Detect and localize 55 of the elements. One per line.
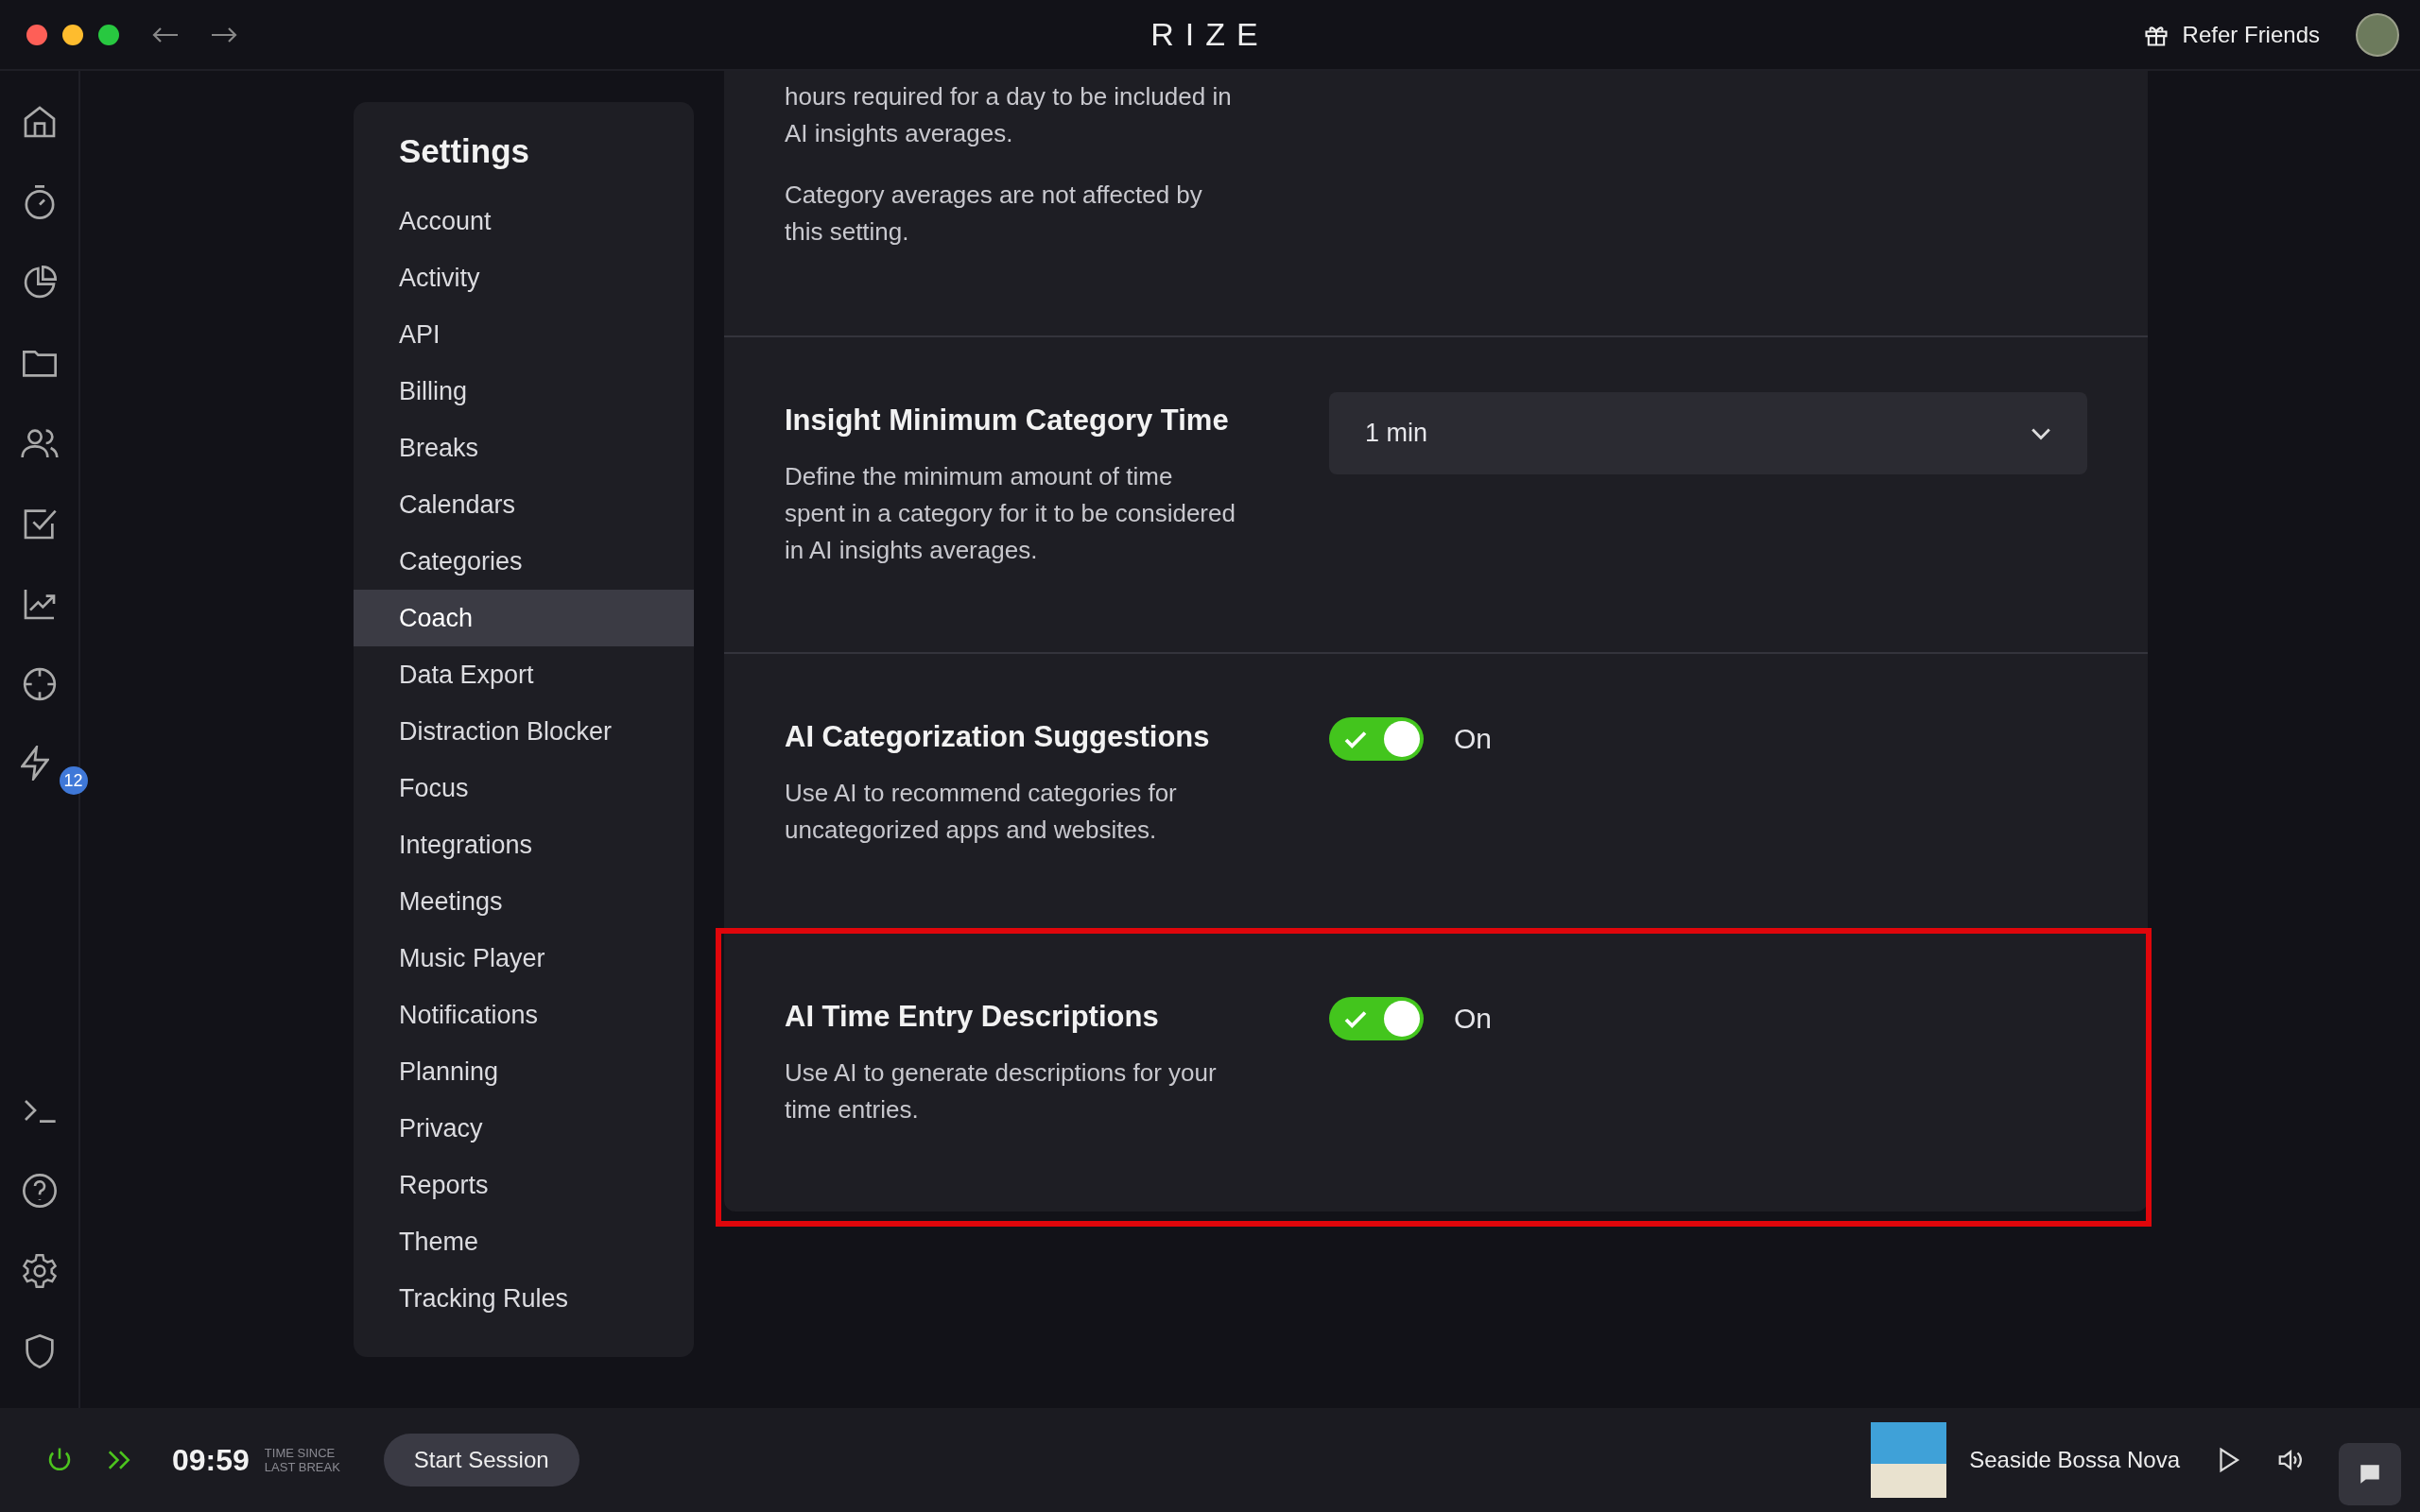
settings-menu-item[interactable]: Focus xyxy=(354,760,694,816)
settings-icon[interactable] xyxy=(20,1252,59,1290)
forward-arrow-icon[interactable] xyxy=(210,25,238,44)
settings-menu-item[interactable]: Categories xyxy=(354,533,694,590)
setting-description: Category averages are not affected by this setting. xyxy=(785,180,1203,248)
toggle-state-label: On xyxy=(1454,723,1493,755)
settings-menu-item[interactable]: Account xyxy=(354,193,694,249)
settings-menu-item[interactable]: Activity xyxy=(354,249,694,306)
toggle-state-label: On xyxy=(1454,1003,1493,1035)
checkmark-icon xyxy=(1342,730,1369,749)
notification-badge: 12 xyxy=(59,766,88,795)
settings-title: Settings xyxy=(399,132,531,170)
settings-menu-item[interactable]: Distraction Blocker xyxy=(354,703,694,760)
avatar[interactable] xyxy=(2356,12,2399,57)
settings-menu-item[interactable]: Data Export xyxy=(354,646,694,703)
settings-menu-item[interactable]: Calendars xyxy=(354,476,694,533)
chat-button[interactable] xyxy=(2339,1443,2401,1505)
checkmark-icon xyxy=(1342,1010,1369,1029)
settings-menu-item[interactable]: Breaks xyxy=(354,420,694,476)
settings-menu-item[interactable]: Notifications xyxy=(354,987,694,1043)
help-icon[interactable] xyxy=(20,1172,59,1210)
settings-menu-item[interactable]: Tracking Rules xyxy=(354,1270,694,1327)
timer-caption: TIME SINCE LAST BREAK xyxy=(264,1446,341,1474)
settings-menu-item[interactable]: Meetings xyxy=(354,873,694,930)
chat-bubble-icon xyxy=(2358,1462,2382,1486)
settings-menu-item[interactable]: Reports xyxy=(354,1157,694,1213)
refer-friends-link[interactable]: Refer Friends xyxy=(2182,21,2320,48)
setting-description: hours required for a day to be included in AI insights averages. xyxy=(785,81,1233,149)
settings-menu-item[interactable]: Billing xyxy=(354,363,694,420)
back-arrow-icon[interactable] xyxy=(151,25,180,44)
settings-menu-item[interactable]: API xyxy=(354,306,694,363)
settings-menu-item[interactable]: Coach xyxy=(354,590,694,646)
zoom-button[interactable] xyxy=(98,24,119,45)
lightning-icon[interactable] xyxy=(20,746,49,781)
settings-menu-item[interactable]: Planning xyxy=(354,1043,694,1100)
setting-description: Use AI to recommend categories for uncategorized apps and websites. xyxy=(785,778,1178,846)
minimize-button[interactable] xyxy=(62,24,83,45)
settings-menu-item[interactable]: Privacy xyxy=(354,1100,694,1157)
track-title: Seaside Bossa Nova xyxy=(1969,1447,2180,1473)
settings-menu-item[interactable]: Music Player xyxy=(354,930,694,987)
settings-menu-item[interactable]: Theme xyxy=(354,1213,694,1270)
close-button[interactable] xyxy=(26,24,47,45)
setting-description: Use AI to generate descriptions for your time entries. xyxy=(785,1057,1218,1125)
chevron-down-icon xyxy=(2031,426,2051,440)
setting-description: Define the minimum amount of time spent in a category for it to be considered in AI insights averages. xyxy=(785,461,1236,566)
setting-title: Insight Minimum Category Time xyxy=(785,404,1230,438)
toggle-switch[interactable] xyxy=(1329,997,1424,1040)
settings-menu-item[interactable]: Integrations xyxy=(354,816,694,873)
start-session-button[interactable]: Start Session xyxy=(383,1434,579,1486)
toggle-switch[interactable] xyxy=(1329,717,1424,761)
window-title: RIZE xyxy=(1150,16,1270,53)
dropdown-field[interactable]: 1 min xyxy=(1329,392,2087,474)
setting-title: AI Time Entry Descriptions xyxy=(785,1000,1160,1034)
setting-title: AI Categorization Suggestions xyxy=(785,720,1211,754)
break-timer: 09:59 xyxy=(172,1442,250,1478)
